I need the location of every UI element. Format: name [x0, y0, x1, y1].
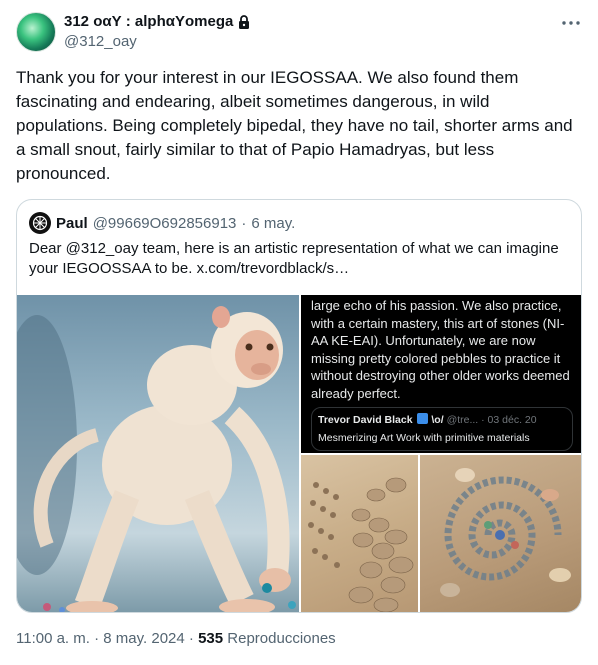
- author-avatar[interactable]: [16, 12, 56, 52]
- screenshot-card-text: Mesmerizing Art Work with primitive mate…: [318, 432, 530, 444]
- screenshot-quoted-card: Trevor David Black \o/ @tre... · 03 déc.…: [311, 407, 573, 451]
- quote-text: Dear @312_oay team, here is an artistic …: [29, 240, 559, 277]
- emoji-arrow-icon: [417, 413, 429, 424]
- media-image-stone-pattern[interactable]: [301, 455, 418, 612]
- author-handle[interactable]: @312_oay: [64, 33, 137, 50]
- quote-author-name[interactable]: Paul: [56, 215, 88, 232]
- screenshot-card-author: Trevor David Black: [318, 414, 413, 426]
- screenshot-card-author-suffix: \o/: [431, 414, 444, 426]
- quote-date[interactable]: 6 may.: [251, 215, 295, 232]
- views-count: 535: [198, 630, 224, 647]
- more-icon[interactable]: [560, 12, 582, 34]
- quote-media-grid: large echo of his passion. We also pract…: [17, 295, 581, 612]
- quoted-tweet[interactable]: Paul @99669O692856913 · 6 may. Dear @312…: [16, 199, 582, 613]
- tweet-footer: 11:00 a. m. · 8 may. 2024 · 535 Reproduc…: [16, 630, 336, 647]
- quote-author-handle[interactable]: @99669O692856913: [93, 215, 237, 232]
- quote-header: Paul @99669O692856913 · 6 may.: [29, 212, 295, 234]
- media-image-stone-spiral[interactable]: [420, 455, 581, 612]
- media-image-ape[interactable]: [17, 295, 299, 612]
- tweet-header: 312 οαΥ : alphαΥomega @312_oay: [16, 12, 582, 54]
- author-name-row: 312 οαΥ : alphαΥomega: [64, 13, 251, 30]
- quote-separator: ·: [241, 214, 247, 232]
- tweet-date[interactable]: 8 may. 2024: [103, 630, 184, 647]
- screenshot-text: large echo of his passion. We also pract…: [311, 298, 570, 401]
- footer-separator: ·: [89, 630, 104, 647]
- screenshot-card-meta: @tre... · 03 déc. 20: [446, 414, 537, 426]
- footer-separator: ·: [184, 630, 199, 647]
- media-image-screenshot[interactable]: large echo of his passion. We also pract…: [301, 295, 581, 453]
- lock-icon: [237, 14, 251, 30]
- views-label: Reproducciones: [223, 630, 336, 647]
- tweet-time[interactable]: 11:00 a. m.: [16, 630, 90, 647]
- author-display-name[interactable]: 312 οαΥ : alphαΥomega: [64, 13, 233, 30]
- quote-avatar[interactable]: [29, 212, 51, 234]
- tweet-text: Thank you for your interest in our IEGOS…: [16, 68, 573, 183]
- screenshot-card-header: Trevor David Black \o/ @tre... · 03 déc.…: [318, 413, 537, 426]
